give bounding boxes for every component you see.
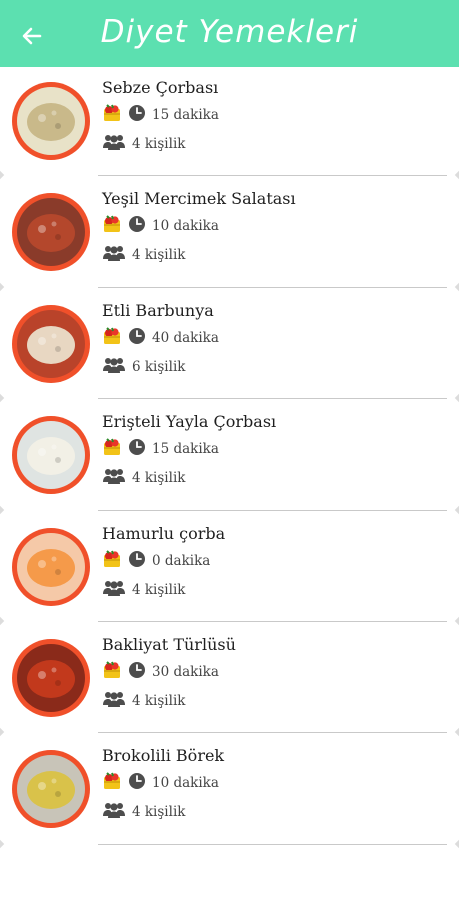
- recipe-servings-text: 6 kişilik: [132, 358, 186, 375]
- recipe-thumbnail: [12, 82, 90, 160]
- recipe-thumbnail: [12, 193, 90, 272]
- recipe-thumbnail: [12, 750, 90, 829]
- recipe-time: 15 dakika: [102, 438, 219, 460]
- recipe-name: Brokolili Börek: [102, 746, 225, 766]
- row-divider: [98, 509, 447, 511]
- recipe-time: 40 dakika: [102, 327, 219, 349]
- recipe-thumbnail: [12, 304, 90, 383]
- recipe-time-text: 15 dakika: [152, 107, 219, 123]
- recipe-time-text: 15 dakika: [152, 441, 219, 458]
- vegetable-basket-icon: [102, 104, 122, 126]
- recipe-time-text: 0 dakika: [152, 552, 211, 569]
- edge-marker: [454, 839, 459, 848]
- recipe-servings: 4 kişilik: [102, 690, 185, 712]
- page-title: Diyet Yemekleri: [100, 14, 359, 50]
- recipe-servings-text: 4 kişilik: [132, 136, 186, 152]
- row-divider: [98, 620, 447, 622]
- recipe-thumbnail: [12, 527, 90, 606]
- recipe-row[interactable]: Etli Barbunya 40 dakika 6 kişilik: [0, 290, 459, 403]
- vegetable-basket-icon: [102, 549, 122, 572]
- row-divider: [98, 175, 447, 177]
- recipe-time-text: 40 dakika: [152, 329, 219, 346]
- recipe-servings: 4 kişilik: [102, 133, 185, 155]
- recipe-list: Sebze Çorbası 15 dakika 4 kişilik Yeşil Mer…: [0, 67, 459, 848]
- recipe-servings-text: 4 kişilik: [132, 581, 186, 598]
- people-icon: [102, 244, 126, 266]
- edge-marker: [0, 839, 5, 848]
- people-icon: [102, 690, 126, 712]
- recipe-row[interactable]: Bakliyat Türlüsü 30 dakika 4 kişilik: [0, 624, 459, 737]
- recipe-servings-text: 4 kişilik: [132, 692, 186, 709]
- clock-icon: [128, 327, 146, 349]
- recipe-thumbnail: [12, 416, 90, 495]
- recipe-time-text: 10 dakika: [152, 218, 219, 235]
- vegetable-basket-icon: [102, 215, 122, 237]
- recipe-servings: 4 kişilik: [102, 244, 185, 266]
- recipe-time: 0 dakika: [102, 549, 211, 572]
- recipe-time: 30 dakika: [102, 661, 219, 683]
- recipe-servings: 6 kişilik: [102, 356, 185, 378]
- clock-icon: [128, 661, 146, 683]
- vegetable-basket-icon: [102, 438, 122, 460]
- recipe-time: 15 dakika: [102, 104, 219, 126]
- recipe-row[interactable]: Hamurlu çorba 0 dakika 4 kişilik: [0, 513, 459, 626]
- recipe-name: Yeşil Mercimek Salatası: [102, 189, 296, 209]
- app-bar: Diyet Yemekleri: [0, 0, 459, 67]
- recipe-row[interactable]: Sebze Çorbası 15 dakika 4 kişilik: [0, 67, 459, 180]
- row-divider: [98, 732, 447, 734]
- recipe-servings-text: 4 kişilik: [132, 470, 186, 487]
- clock-icon: [128, 104, 146, 126]
- recipe-time: 10 dakika: [102, 772, 219, 794]
- people-icon: [102, 467, 126, 489]
- recipe-servings-text: 4 kişilik: [132, 804, 186, 821]
- people-icon: [102, 356, 126, 378]
- clock-icon: [128, 550, 146, 572]
- vegetable-basket-icon: [102, 772, 122, 794]
- recipe-time-text: 10 dakika: [152, 775, 219, 792]
- vegetable-basket-icon: [102, 661, 122, 683]
- people-icon: [102, 579, 126, 601]
- recipe-servings: 4 kişilik: [102, 579, 185, 601]
- row-divider: [98, 843, 447, 845]
- recipe-name: Etli Barbunya: [102, 300, 214, 320]
- recipe-row[interactable]: Erişteli Yayla Çorbası 15 dakika 4 kişilik: [0, 401, 459, 514]
- clock-icon: [128, 772, 146, 794]
- row-divider: [98, 286, 447, 288]
- recipe-row[interactable]: Yeşil Mercimek Salatası 10 dakika 4 kişili…: [0, 178, 459, 292]
- recipe-time: 10 dakika: [102, 215, 219, 237]
- recipe-time-text: 30 dakika: [152, 663, 219, 680]
- clock-icon: [128, 438, 146, 460]
- recipe-name: Sebze Çorbası: [102, 78, 219, 97]
- recipe-row[interactable]: Brokolili Börek 10 dakika 4 kişilik: [0, 735, 459, 848]
- recipe-servings: 4 kişilik: [102, 467, 185, 489]
- clock-icon: [128, 215, 146, 237]
- people-icon: [102, 133, 126, 155]
- vegetable-basket-icon: [102, 327, 122, 349]
- recipe-thumbnail: [12, 638, 90, 717]
- recipe-servings-text: 4 kişilik: [132, 247, 186, 264]
- recipe-name: Bakliyat Türlüsü: [102, 634, 236, 654]
- row-divider: [98, 398, 447, 400]
- recipe-name: Erişteli Yayla Çorbası: [102, 412, 277, 432]
- recipe-servings: 4 kişilik: [102, 801, 185, 823]
- recipe-name: Hamurlu çorba: [102, 523, 226, 543]
- people-icon: [102, 801, 126, 823]
